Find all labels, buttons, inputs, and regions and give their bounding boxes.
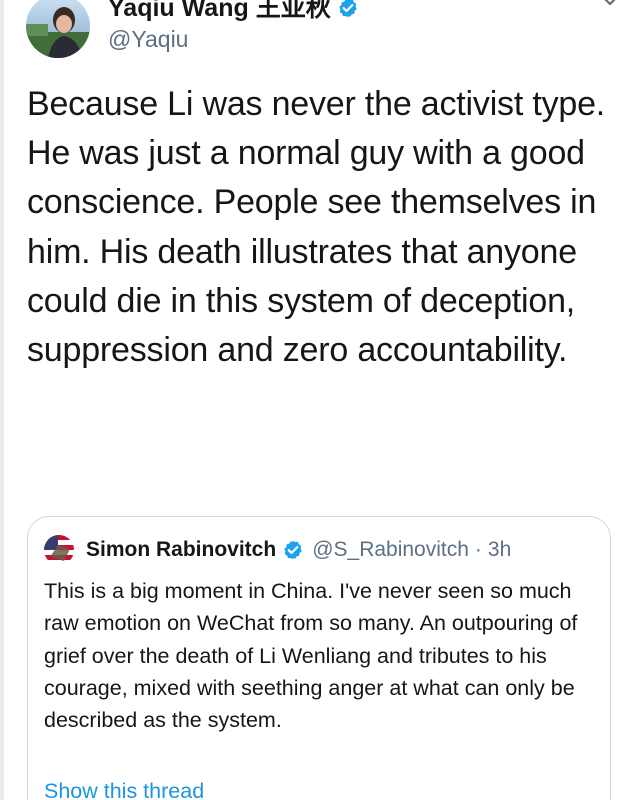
quoted-tweet-card[interactable]: Simon Rabinovitch @S_Rabinovitch · 3h Th…: [27, 516, 611, 800]
quoted-author-avatar: [44, 535, 74, 565]
author-avatar[interactable]: [26, 0, 90, 58]
quoted-tweet-text: This is a big moment in China. I've neve…: [44, 579, 578, 733]
divider: [0, 0, 4, 800]
quoted-tweet-header: Simon Rabinovitch @S_Rabinovitch · 3h: [44, 535, 511, 565]
tweet-detail-view: Yaqiu Wang 王亚秋 @Yaqiu Because Li was nev…: [0, 0, 640, 800]
quoted-author-name[interactable]: Simon Rabinovitch: [86, 538, 276, 562]
show-thread-link[interactable]: Show this thread: [44, 779, 204, 800]
author-handle[interactable]: @Yaqiu: [108, 26, 188, 53]
quoted-author-handle[interactable]: @S_Rabinovitch: [312, 538, 469, 562]
chevron-down-icon[interactable]: [598, 0, 622, 10]
author-name[interactable]: Yaqiu Wang 王亚秋: [108, 0, 331, 24]
separator-dot: ·: [474, 538, 482, 561]
author-name-row[interactable]: Yaqiu Wang 王亚秋: [108, 0, 359, 24]
verified-badge-icon: [337, 0, 359, 19]
quoted-timestamp[interactable]: 3h: [488, 538, 511, 562]
verified-badge-icon: [282, 539, 304, 561]
tweet-text: Because Li was never the activist type. …: [27, 85, 606, 370]
